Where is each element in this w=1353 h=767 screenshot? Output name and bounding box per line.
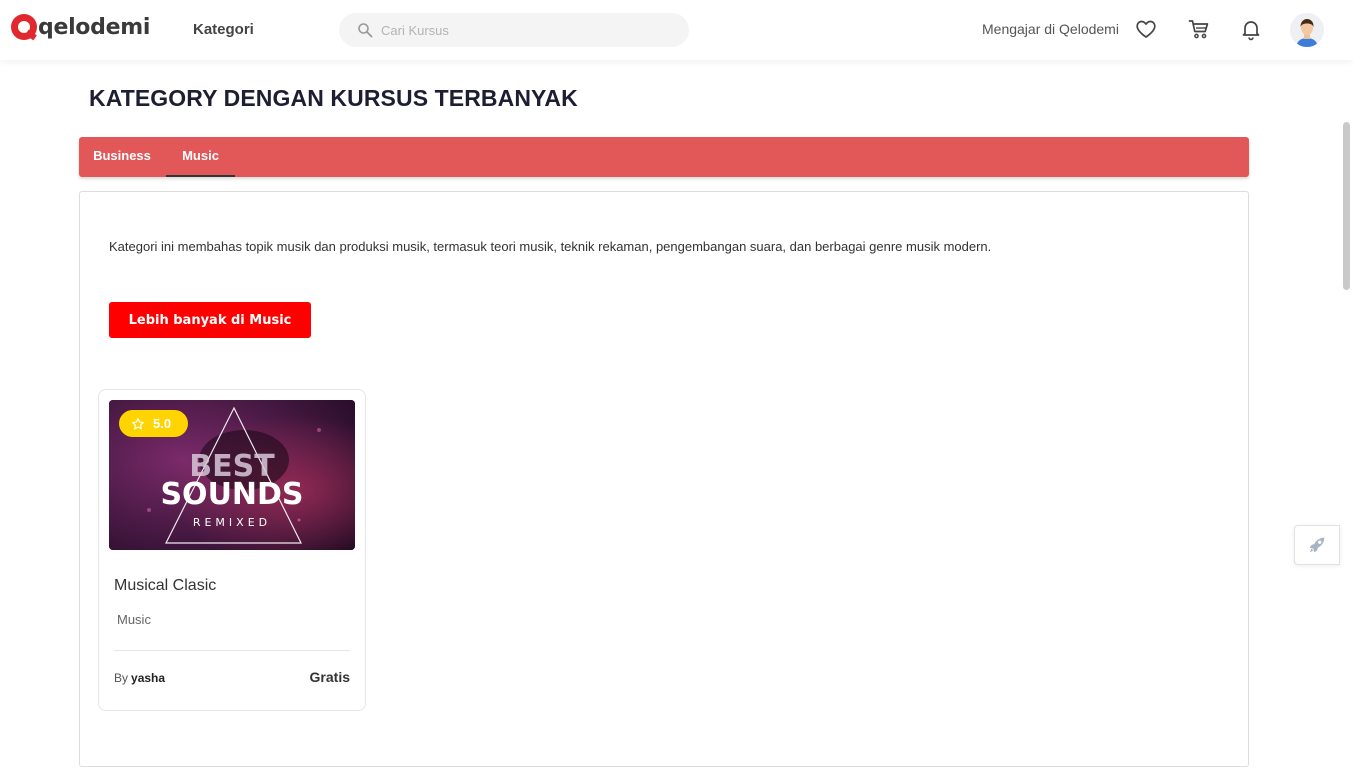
tab-music[interactable]: Music (166, 137, 235, 177)
course-card[interactable]: BEST SOUNDS REMIXED 5.0 Musical Clasic M… (98, 389, 366, 711)
search-bar[interactable] (339, 13, 689, 47)
course-author: By yasha (114, 671, 165, 685)
logo-text: qelodemi (38, 14, 151, 40)
course-title[interactable]: Musical Clasic (114, 577, 216, 595)
cover-text-sounds: SOUNDS (160, 477, 303, 512)
category-panel: Kategori ini membahas topik musik dan pr… (79, 191, 1249, 767)
divider (114, 650, 350, 651)
category-tabs: Business Music (79, 137, 1249, 177)
course-thumbnail: BEST SOUNDS REMIXED 5.0 (109, 400, 355, 550)
user-avatar-icon (1290, 13, 1324, 47)
top-navbar: qelodemi Kategori Mengajar di Qelodemi (0, 0, 1353, 60)
page-scrollbar[interactable] (1343, 122, 1350, 290)
teach-link[interactable]: Mengajar di Qelodemi (982, 21, 1119, 37)
search-icon (358, 23, 373, 38)
rating-value: 5.0 (153, 416, 172, 431)
rating-badge: 5.0 (119, 410, 188, 437)
more-in-category-button[interactable]: Lebih banyak di Music (109, 302, 311, 338)
logo[interactable]: qelodemi (11, 14, 150, 40)
course-price: Gratis (309, 669, 350, 685)
category-description: Kategori ini membahas topik musik dan pr… (109, 239, 992, 254)
section-title: KATEGORY DENGAN KURSUS TERBANYAK (89, 85, 578, 111)
author-name: yasha (131, 671, 166, 685)
bell-icon[interactable] (1239, 17, 1263, 41)
star-icon (132, 417, 144, 429)
nav-kategori-link[interactable]: Kategori (193, 21, 254, 38)
avatar[interactable] (1290, 13, 1324, 47)
course-category: Music (117, 612, 151, 627)
logo-mark-icon (11, 14, 37, 40)
search-input[interactable] (381, 22, 661, 38)
rocket-icon (1309, 537, 1325, 553)
tab-business[interactable]: Business (79, 137, 165, 177)
floating-rocket-button[interactable] (1294, 525, 1340, 565)
by-label: By (114, 671, 129, 685)
heart-icon[interactable] (1134, 17, 1158, 41)
cart-icon[interactable] (1187, 17, 1211, 41)
cover-text-remixed: REMIXED (193, 516, 271, 529)
